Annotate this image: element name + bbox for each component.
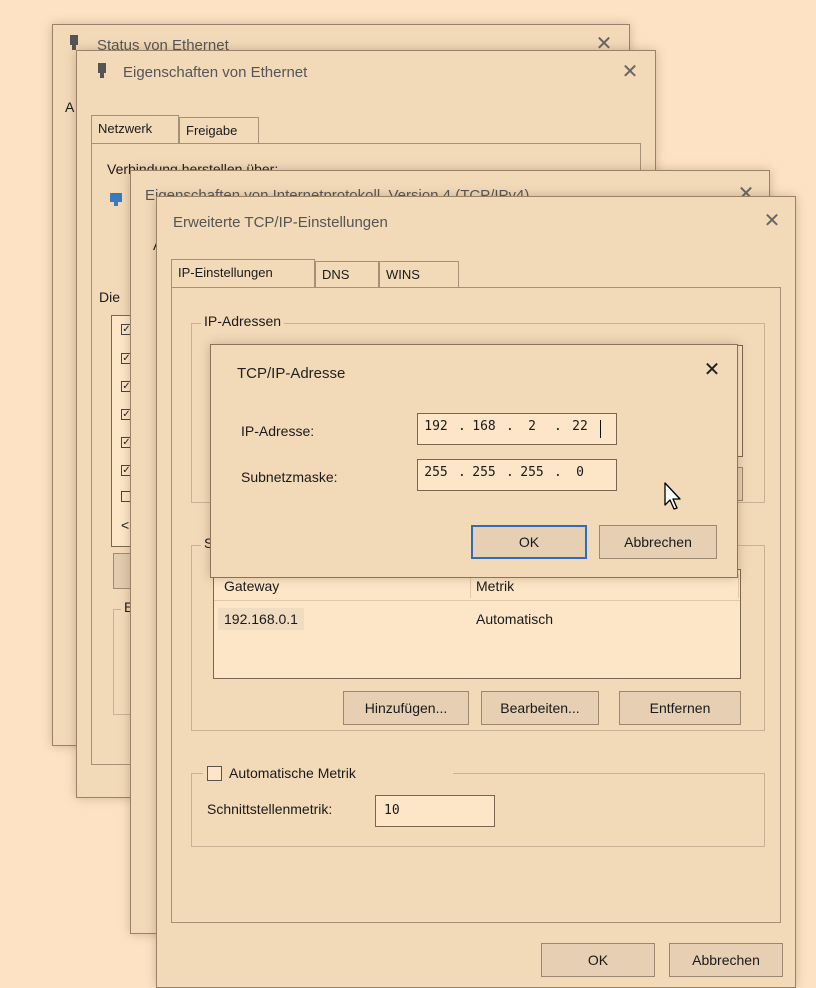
remove-gateway-button[interactable]: Entfernen: [619, 691, 741, 725]
edit-gateway-button[interactable]: Bearbeiten...: [481, 691, 599, 725]
ok-button[interactable]: OK: [541, 943, 655, 977]
ip-dot: .: [506, 419, 514, 434]
ip-dot: .: [458, 419, 466, 434]
metric-cell: Automatisch: [476, 611, 554, 627]
status-partial-label: A: [65, 99, 75, 115]
network-adapter-icon: [95, 63, 109, 82]
mask-octet-3[interactable]: 255: [516, 465, 548, 480]
close-icon[interactable]: ✕: [617, 59, 643, 85]
tab-ip-einstellungen[interactable]: IP-Einstellungen: [171, 259, 315, 287]
ip-addresses-group-label: IP-Adressen: [201, 313, 285, 329]
close-icon[interactable]: ✕: [759, 208, 785, 234]
auto-metric-label: Automatische Metrik: [229, 765, 356, 781]
ethernet-properties-titlebar[interactable]: Eigenschaften von Ethernet ✕: [77, 51, 655, 89]
tcpip-address-titlebar[interactable]: TCP/IP-Adresse ✕: [211, 345, 737, 383]
mask-dot: .: [506, 465, 514, 480]
close-icon[interactable]: ✕: [699, 357, 725, 383]
header-divider: [738, 574, 739, 598]
mask-octet-2[interactable]: 255: [468, 465, 500, 480]
ip-address-label: IP-Adresse:: [241, 423, 315, 439]
ip-address-input[interactable]: 192 . 168 . 2 . 22: [417, 413, 617, 445]
auto-metric-row[interactable]: Automatische Metrik: [203, 763, 453, 785]
tab-dns[interactable]: DNS: [315, 261, 379, 287]
gateway-table[interactable]: Gateway Metrik 192.168.0.1 Automatisch: [213, 569, 741, 679]
mouse-pointer-icon: [664, 482, 684, 515]
tcpip-address-title: TCP/IP-Adresse: [237, 365, 346, 382]
interface-metric-label: Schnittstellenmetrik:: [207, 801, 333, 817]
advanced-tcpip-titlebar[interactable]: Erweiterte TCP/IP-Einstellungen ✕: [157, 197, 795, 235]
gateway-cell: 192.168.0.1: [218, 608, 304, 630]
ethernet-properties-title: Eigenschaften von Ethernet: [123, 64, 308, 81]
mask-octet-1[interactable]: 255: [420, 465, 452, 480]
text-caret: [600, 420, 601, 438]
mask-dot: .: [458, 465, 466, 480]
header-metric[interactable]: Metrik: [476, 578, 514, 594]
scroll-left-arrow[interactable]: <: [121, 517, 129, 533]
ip-dot: .: [554, 419, 562, 434]
network-adapter-icon: [109, 191, 125, 210]
dialog-ok-button[interactable]: OK: [471, 525, 587, 559]
dialog-cancel-button[interactable]: Abbrechen: [599, 525, 717, 559]
advanced-tcpip-title: Erweiterte TCP/IP-Einstellungen: [173, 214, 388, 231]
tab-wins[interactable]: WINS: [379, 261, 459, 287]
auto-metric-checkbox[interactable]: [207, 766, 222, 781]
components-label: Die: [99, 289, 121, 305]
mask-octet-4[interactable]: 0: [564, 465, 596, 480]
cancel-button[interactable]: Abbrechen: [669, 943, 783, 977]
interface-metric-input[interactable]: 10: [375, 795, 495, 827]
advanced-tcpip-window: Erweiterte TCP/IP-Einstellungen ✕ IP-Ein…: [156, 196, 796, 988]
tab-netzwerk[interactable]: Netzwerk: [91, 115, 179, 143]
add-gateway-button[interactable]: Hinzufügen...: [343, 691, 469, 725]
ip-octet-3[interactable]: 2: [516, 419, 548, 434]
header-gateway[interactable]: Gateway: [224, 578, 279, 594]
mask-dot: .: [554, 465, 562, 480]
subnet-mask-input[interactable]: 255 . 255 . 255 . 0: [417, 459, 617, 491]
ip-octet-2[interactable]: 168: [468, 419, 500, 434]
table-row[interactable]: 192.168.0.1 Automatisch: [214, 606, 740, 634]
subnet-mask-label: Subnetzmaske:: [241, 469, 338, 485]
tab-freigabe[interactable]: Freigabe: [179, 117, 259, 143]
ip-octet-1[interactable]: 192: [420, 419, 452, 434]
tcpip-address-dialog: TCP/IP-Adresse ✕ IP-Adresse: 192 . 168 .…: [210, 344, 738, 578]
ip-octet-4[interactable]: 22: [564, 419, 596, 434]
